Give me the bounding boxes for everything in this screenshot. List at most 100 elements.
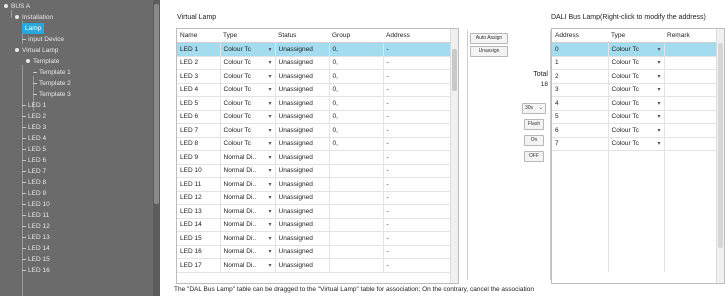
- cell-address[interactable]: 0: [552, 42, 609, 57]
- chevron-down-icon[interactable]: ▾: [267, 127, 274, 134]
- cell-type[interactable]: Colour Tc ▾: [608, 123, 665, 138]
- cell-address[interactable]: -: [383, 42, 451, 57]
- table-row[interactable]: LED 2 Colour Tc ▾ Unassigned 0, -: [177, 56, 451, 70]
- expand-bullet-icon[interactable]: [26, 59, 30, 64]
- table-row[interactable]: LED 5 Colour Tc ▾ Unassigned 0, -: [177, 96, 451, 111]
- cell-status[interactable]: Unassigned: [275, 258, 330, 273]
- cell-type[interactable]: Normal Di.. ▾: [220, 150, 276, 165]
- sidebar-tree-item[interactable]: LED 10: [22, 199, 50, 210]
- dali-table-scroll-thumb[interactable]: [718, 43, 723, 248]
- cell-remark[interactable]: [664, 96, 717, 111]
- sidebar-tree-item[interactable]: LED 15: [22, 254, 50, 265]
- chevron-down-icon[interactable]: ▾: [267, 154, 274, 161]
- cell-name[interactable]: LED 17: [177, 258, 221, 273]
- cell-type[interactable]: Colour Tc ▾: [220, 56, 276, 70]
- chevron-down-icon[interactable]: ▾: [267, 100, 274, 107]
- sidebar-tree-item[interactable]: LED 4: [22, 133, 46, 144]
- auto-assign-button[interactable]: Auto Assign: [470, 33, 508, 44]
- chevron-down-icon[interactable]: ▾: [656, 86, 663, 93]
- table-row[interactable]: LED 12 Normal Di.. ▾ Unassigned -: [177, 191, 451, 205]
- cell-address[interactable]: 2: [552, 69, 609, 84]
- column-header-address[interactable]: Address: [383, 29, 451, 43]
- chevron-down-icon[interactable]: ▾: [267, 86, 274, 93]
- chevron-down-icon[interactable]: ▾: [656, 59, 663, 66]
- chevron-down-icon[interactable]: ▾: [656, 113, 663, 120]
- cell-status[interactable]: Unassigned: [275, 110, 330, 124]
- cell-group[interactable]: [329, 218, 384, 232]
- cell-address[interactable]: -: [383, 191, 451, 205]
- cell-address[interactable]: -: [383, 56, 451, 70]
- cell-type[interactable]: Colour Tc ▾: [220, 123, 276, 138]
- cell-address[interactable]: 7: [552, 137, 609, 151]
- column-header-remark[interactable]: Remark: [664, 29, 717, 43]
- cell-name[interactable]: LED 8: [177, 137, 221, 151]
- cell-type[interactable]: Normal Di.. ▾: [220, 204, 276, 219]
- cell-group[interactable]: [329, 164, 384, 178]
- cell-group[interactable]: [329, 150, 384, 165]
- table-row[interactable]: 0 Colour Tc ▾: [552, 42, 717, 57]
- chevron-down-icon[interactable]: ▾: [656, 73, 663, 80]
- table-row[interactable]: LED 3 Colour Tc ▾ Unassigned 0, -: [177, 69, 451, 84]
- sidebar-tree-item[interactable]: LED 8: [22, 177, 46, 188]
- table-row[interactable]: LED 10 Normal Di.. ▾ Unassigned -: [177, 164, 451, 178]
- sidebar-tree-item[interactable]: LED 5: [22, 144, 46, 155]
- column-header-status[interactable]: Status: [275, 29, 329, 43]
- cell-remark[interactable]: [664, 137, 717, 151]
- sidebar-tree-item[interactable]: LED 3: [22, 122, 46, 133]
- chevron-down-icon[interactable]: ▾: [267, 59, 274, 66]
- cell-type[interactable]: Normal Di.. ▾: [220, 191, 276, 205]
- cell-group[interactable]: 0,: [329, 83, 384, 97]
- table-row[interactable]: LED 11 Normal Di.. ▾ Unassigned -: [177, 177, 451, 192]
- cell-name[interactable]: LED 9: [177, 150, 221, 165]
- cell-remark[interactable]: [664, 123, 717, 138]
- sidebar-tree-item[interactable]: Template 1: [33, 67, 71, 78]
- cell-type[interactable]: Normal Di.. ▾: [220, 245, 276, 259]
- sidebar-tree-item[interactable]: LED 6: [22, 155, 46, 166]
- unassign-button[interactable]: Unassign: [470, 46, 508, 57]
- sidebar-tree-item[interactable]: LED 14: [22, 243, 50, 254]
- sidebar-scroll-thumb[interactable]: [154, 4, 159, 204]
- cell-type[interactable]: Colour Tc ▾: [608, 83, 665, 97]
- column-header-type[interactable]: Type: [608, 29, 664, 43]
- cell-type[interactable]: Colour Tc ▾: [608, 110, 665, 124]
- cell-type[interactable]: Colour Tc ▾: [220, 110, 276, 124]
- table-row[interactable]: LED 14 Normal Di.. ▾ Unassigned -: [177, 218, 451, 232]
- table-row[interactable]: LED 13 Normal Di.. ▾ Unassigned -: [177, 204, 451, 219]
- cell-type[interactable]: Normal Di.. ▾: [220, 164, 276, 178]
- chevron-down-icon[interactable]: ▾: [656, 46, 663, 53]
- virtual-lamp-table[interactable]: Name Type Status Group Address LED 1 Colo…: [176, 28, 459, 284]
- table-row[interactable]: 3 Colour Tc ▾: [552, 83, 717, 97]
- cell-name[interactable]: LED 1: [177, 42, 221, 57]
- cell-status[interactable]: Unassigned: [275, 123, 330, 138]
- table-row[interactable]: 6 Colour Tc ▾: [552, 123, 717, 138]
- cell-status[interactable]: Unassigned: [275, 164, 330, 178]
- chevron-down-icon[interactable]: ▾: [267, 113, 274, 120]
- cell-address[interactable]: -: [383, 204, 451, 219]
- cell-status[interactable]: Unassigned: [275, 137, 330, 151]
- sidebar-tree-item[interactable]: Lamp: [22, 23, 45, 34]
- expand-bullet-icon[interactable]: [4, 4, 8, 9]
- table-row[interactable]: LED 8 Colour Tc ▾ Unassigned 0, -: [177, 137, 451, 151]
- cell-type[interactable]: Colour Tc ▾: [220, 83, 276, 97]
- cell-address[interactable]: -: [383, 110, 451, 124]
- cell-address[interactable]: 3: [552, 83, 609, 97]
- sidebar-tree-item[interactable]: LED 11: [22, 210, 49, 221]
- sidebar-tree-item[interactable]: Template 3: [33, 89, 71, 100]
- chevron-down-icon[interactable]: ▾: [267, 235, 274, 242]
- on-button[interactable]: On: [524, 135, 544, 146]
- cell-address[interactable]: -: [383, 137, 451, 151]
- sidebar-tree-item[interactable]: LED 9: [22, 188, 46, 199]
- cell-name[interactable]: LED 15: [177, 231, 221, 246]
- cell-group[interactable]: 0,: [329, 42, 384, 57]
- cell-name[interactable]: LED 6: [177, 110, 221, 124]
- flash-button[interactable]: Flash: [524, 119, 544, 130]
- chevron-down-icon[interactable]: ▾: [267, 221, 274, 228]
- sidebar-tree-item[interactable]: LED 7: [22, 166, 46, 177]
- sidebar-tree-item[interactable]: Installation: [15, 12, 53, 23]
- cell-name[interactable]: LED 10: [177, 164, 221, 178]
- virtual-table-scroll-thumb[interactable]: [452, 49, 457, 91]
- table-row[interactable]: 4 Colour Tc ▾: [552, 96, 717, 111]
- sidebar-tree-item[interactable]: LED 2: [22, 111, 46, 122]
- duration-select[interactable]: 30s ⌄: [522, 103, 546, 114]
- chevron-down-icon[interactable]: ▾: [656, 100, 663, 107]
